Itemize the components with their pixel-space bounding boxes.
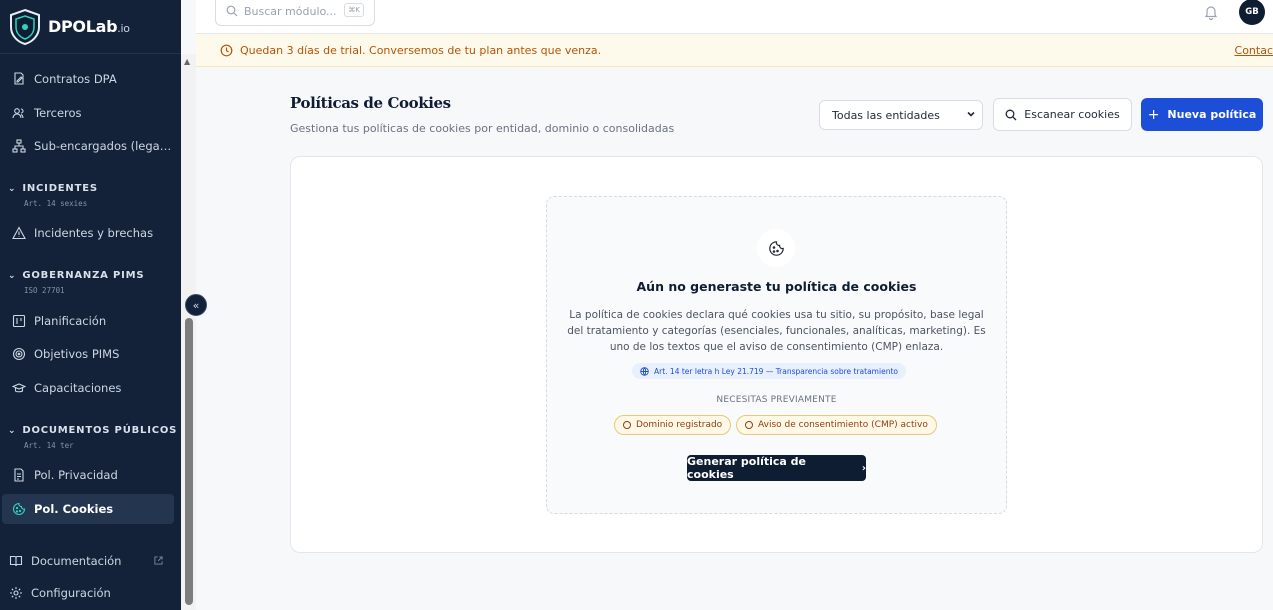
section-subtitle: ISO 27701 (24, 286, 65, 295)
gear-icon (10, 587, 22, 599)
sidebar-item-label: Capacitaciones (34, 381, 122, 395)
users-icon (12, 108, 24, 119)
sidebar-item-label: Configuración (31, 586, 111, 600)
brand-suffix: .io (117, 22, 130, 35)
circle-icon (745, 421, 753, 429)
scan-cookies-button[interactable]: Escanear cookies (993, 98, 1132, 131)
prerequisites-label: NECESITAS PREVIAMENTE (716, 395, 837, 405)
section-subtitle: Art. 14 ter (24, 441, 74, 450)
bell-icon[interactable] (1203, 4, 1219, 20)
section-gobernanza-pims[interactable]: ⌄ GOBERNANZA PIMS (8, 270, 144, 281)
section-title: GOBERNANZA PIMS (22, 270, 145, 281)
sidebar-item-label: Pol. Privacidad (34, 468, 118, 482)
prerequisite-badge: Dominio registrado (614, 415, 732, 435)
sidebar-item-documentacion[interactable]: Documentación (2, 546, 174, 576)
law-reference-text: Art. 14 ter letra h Ley 21.719 — Transpa… (654, 366, 898, 376)
sidebar: DPOLab.io Contratos DPA Terceros Sub-enc… (0, 0, 181, 610)
generate-policy-button[interactable]: Generar política de cookies › (687, 455, 866, 481)
generate-policy-label: Generar política de cookies (687, 455, 806, 481)
topbar: Buscar módulo... ⌘K GB (196, 0, 1273, 34)
keyboard-shortcut: ⌘K (344, 3, 364, 17)
section-title: INCIDENTES (22, 183, 98, 194)
chevron-down-icon: ⌄ (8, 426, 17, 436)
file-signature-icon (14, 72, 24, 85)
sidebar-item-sub-encargados[interactable]: Sub-encargados (legado) (2, 131, 174, 161)
graduation-cap-icon (12, 383, 26, 393)
plus-icon: + (1147, 106, 1160, 123)
chevron-down-icon: ⌄ (8, 184, 17, 194)
page-title: Políticas de Cookies (290, 94, 451, 112)
sidebar-scrollbar-thumb[interactable] (185, 318, 193, 605)
sidebar-item-incidentes[interactable]: Incidentes y brechas (2, 218, 174, 248)
section-documentos-publicos[interactable]: ⌄ DOCUMENTOS PÚBLICOS (8, 425, 177, 436)
brand-name: DPOLab (48, 17, 118, 36)
cookie-icon (768, 240, 784, 256)
page-subtitle: Gestiona tus políticas de cookies por en… (290, 122, 675, 135)
sidebar-item-contratos-dpa[interactable]: Contratos DPA (2, 64, 174, 94)
sidebar-item-label: Sub-encargados (legado) (34, 139, 174, 153)
scan-cookies-label: Escanear cookies (1024, 108, 1120, 121)
shield-logo-icon (10, 8, 40, 45)
clock-icon (220, 44, 233, 56)
chevrons-left-icon: « (192, 298, 200, 312)
user-avatar[interactable]: GB (1239, 0, 1265, 25)
sidebar-item-label: Contratos DPA (34, 72, 117, 86)
trial-banner: Quedan 3 días de trial. Conversemos de t… (196, 34, 1273, 67)
circle-icon (623, 421, 631, 429)
entity-filter-select[interactable]: Todas las entidades (819, 100, 983, 130)
sidebar-item-configuracion[interactable]: Configuración (2, 578, 174, 608)
external-link-icon (154, 556, 163, 565)
sidebar-item-label: Planificación (34, 314, 107, 328)
search-icon (226, 5, 238, 17)
sidebar-item-label: Incidentes y brechas (34, 226, 154, 240)
sidebar-item-pol-privacidad[interactable]: Pol. Privacidad (2, 460, 174, 490)
sidebar-item-label: Objetivos PIMS (34, 347, 120, 361)
collapse-sidebar-button[interactable]: « (185, 294, 207, 316)
book-icon (9, 555, 23, 567)
sidebar-item-planificacion[interactable]: Planificación (2, 306, 174, 336)
cookie-icon (12, 502, 26, 516)
prerequisite-label: Aviso de consentimiento (CMP) activo (758, 420, 928, 430)
sidebar-item-objetivos-pims[interactable]: Objetivos PIMS (2, 339, 174, 369)
new-policy-label: Nueva política (1167, 108, 1257, 121)
globe-icon (640, 366, 649, 376)
kanban-icon (12, 314, 26, 328)
sidebar-item-label: Documentación (31, 554, 122, 568)
sidebar-item-terceros[interactable]: Terceros (2, 98, 174, 128)
trial-banner-text: Quedan 3 días de trial. Conversemos de t… (240, 43, 602, 57)
section-incidentes[interactable]: ⌄ INCIDENTES (8, 183, 98, 194)
contact-link[interactable]: Contac (1235, 44, 1273, 57)
target-icon (12, 347, 26, 361)
empty-state-description: La política de cookies declara qué cooki… (567, 309, 986, 353)
brand-logo[interactable]: DPOLab.io (0, 0, 181, 54)
sidebar-item-pol-cookies[interactable]: Pol. Cookies (2, 494, 174, 524)
law-reference-badge: Art. 14 ter letra h Ley 21.719 — Transpa… (632, 363, 906, 379)
file-text-icon (14, 468, 24, 482)
prerequisite-label: Dominio registrado (636, 420, 723, 430)
section-title: DOCUMENTOS PÚBLICOS (22, 425, 178, 436)
sidebar-item-label: Terceros (34, 106, 82, 120)
new-policy-button[interactable]: + Nueva política (1141, 98, 1263, 131)
scroll-up-arrow-icon[interactable]: ▲ (184, 57, 190, 66)
sidebar-item-label: Pol. Cookies (34, 502, 114, 516)
chevron-down-icon (967, 111, 975, 117)
empty-state-icon (757, 229, 795, 267)
sidebar-item-capacitaciones[interactable]: Capacitaciones (2, 373, 174, 403)
search-icon (1005, 109, 1017, 120)
chevron-right-icon: › (861, 462, 866, 474)
chevron-down-icon: ⌄ (8, 271, 17, 281)
prerequisite-badge: Aviso de consentimiento (CMP) activo (736, 415, 937, 435)
entity-filter-value: Todas las entidades (832, 108, 940, 122)
search-placeholder: Buscar módulo... (244, 4, 337, 18)
empty-state-title: Aún no generaste tu política de cookies (636, 279, 917, 294)
sitemap-icon (12, 139, 26, 153)
section-subtitle: Art. 14 sexies (24, 199, 88, 208)
alert-triangle-icon (12, 226, 26, 240)
search-input[interactable]: Buscar módulo... ⌘K (215, 0, 375, 26)
